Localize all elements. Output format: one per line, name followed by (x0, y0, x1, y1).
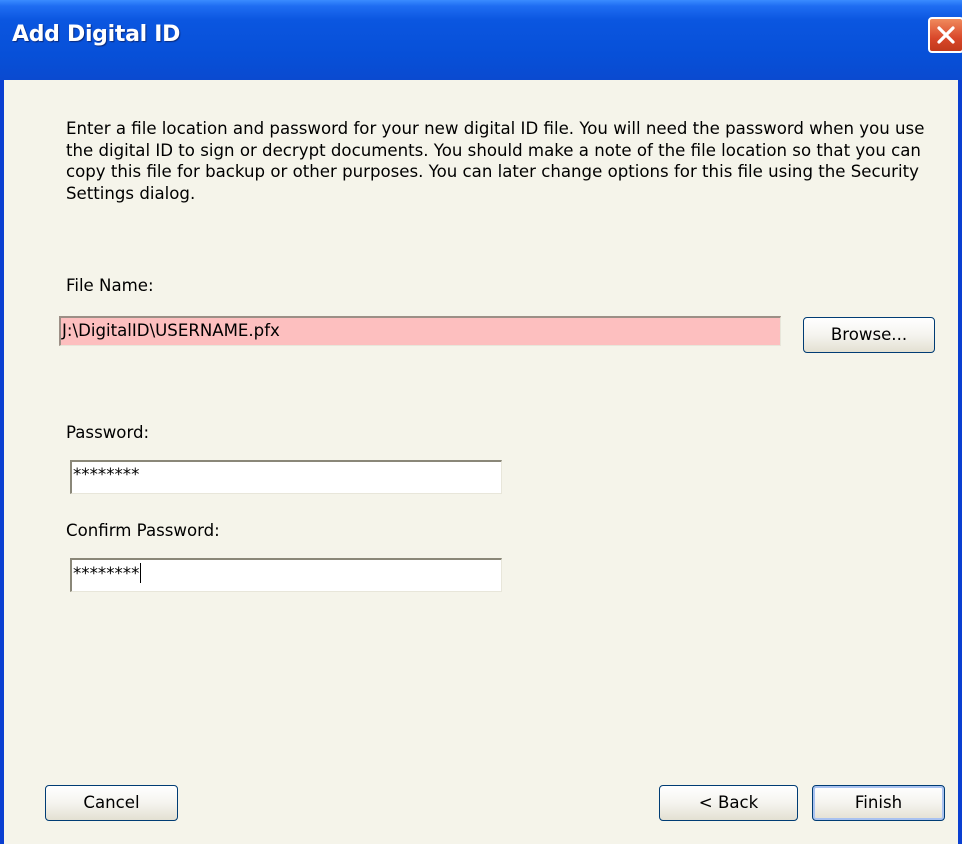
finish-button-label: Finish (854, 793, 903, 812)
dialog-body: Enter a file location and password for y… (4, 80, 958, 844)
window-title: Add Digital ID (12, 22, 181, 47)
browse-button[interactable]: Browse... (803, 317, 935, 353)
file-name-label: File Name: (66, 276, 154, 295)
cancel-button-label: Cancel (83, 793, 140, 812)
back-button[interactable]: < Back (659, 785, 798, 821)
file-name-input[interactable]: J:\DigitalID\USERNAME.pfx (59, 316, 781, 346)
close-icon (937, 26, 955, 44)
password-value: ******** (73, 465, 140, 484)
title-bar[interactable]: Add Digital ID (0, 0, 962, 80)
text-caret (140, 563, 142, 583)
file-name-value: J:\DigitalID\USERNAME.pfx (62, 321, 280, 340)
instructions-text: Enter a file location and password for y… (66, 119, 925, 203)
confirm-password-label: Confirm Password: (66, 521, 220, 540)
cancel-button[interactable]: Cancel (45, 785, 178, 821)
finish-button[interactable]: Finish (812, 785, 945, 821)
confirm-password-value: ******** (73, 564, 140, 583)
close-button[interactable] (928, 17, 962, 53)
password-input[interactable]: ******** (70, 460, 502, 494)
add-digital-id-dialog: Add Digital ID Enter a file location and… (0, 0, 962, 844)
back-button-label: < Back (698, 793, 759, 812)
password-label: Password: (66, 423, 150, 442)
confirm-password-input[interactable]: ******** (70, 558, 502, 592)
browse-button-label: Browse... (830, 325, 908, 344)
